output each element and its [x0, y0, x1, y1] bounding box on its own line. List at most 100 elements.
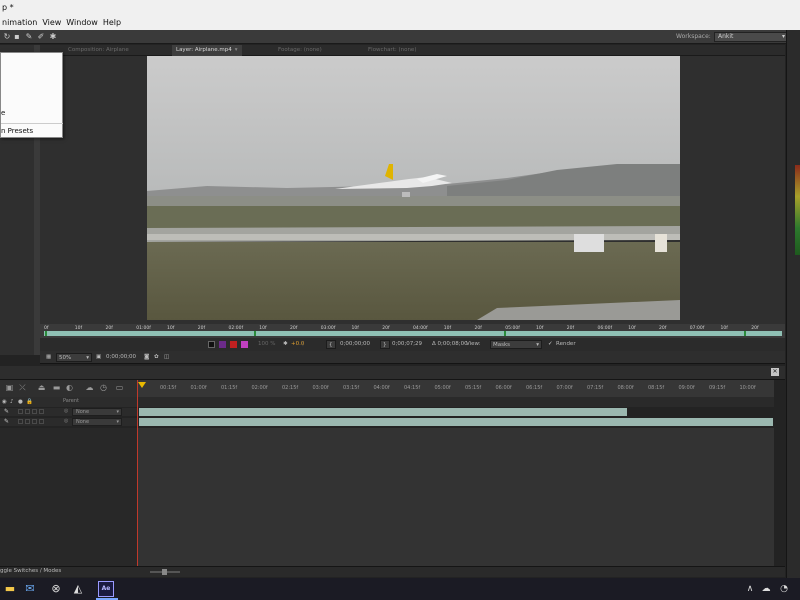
magnification-select[interactable]: 50% ▾ [56, 353, 92, 362]
in-point-icon[interactable]: { [326, 340, 336, 349]
out-point-icon[interactable]: } [380, 340, 390, 349]
context-menu: e n Presets [0, 52, 63, 138]
keyframe-mark [744, 331, 746, 336]
menu-item-e[interactable]: e [1, 109, 5, 117]
switch-box[interactable] [18, 409, 23, 414]
camera-tool-icon[interactable]: ▪ [12, 32, 22, 42]
wifi-icon[interactable]: ◔ [776, 581, 792, 597]
switch-box[interactable] [32, 409, 37, 414]
audio-toggle-icon[interactable]: ♪ [10, 398, 14, 407]
video-toggle-icon[interactable]: ◉ [2, 398, 7, 407]
region-icon[interactable]: ◫ [164, 353, 169, 362]
color-mgmt-icon[interactable] [241, 341, 248, 348]
parent-select[interactable]: None ▾ [72, 408, 122, 416]
comp-flowchart-icon[interactable]: ▣ [4, 383, 15, 393]
render-checkbox-icon[interactable]: ✓ [548, 340, 553, 349]
mail-icon[interactable]: ✉ [22, 581, 38, 597]
layer-list-empty [0, 428, 138, 566]
switch-box[interactable] [39, 419, 44, 424]
tab-layer[interactable]: Layer: Airplane.mp4 ▾ [172, 45, 242, 56]
layer-duration-bar[interactable] [139, 418, 773, 426]
camera-icon[interactable]: ◙ [144, 353, 149, 362]
timeline-tick-label: 09:15f [709, 385, 726, 391]
timeline-tick-label: 03:00f [312, 385, 329, 391]
out-timecode[interactable]: 0;00;07;29 [392, 340, 422, 349]
workspace-select[interactable]: Ankit [714, 32, 788, 42]
red-channel-icon[interactable] [230, 341, 237, 348]
rotation-tool-icon[interactable]: ↻ [2, 32, 12, 42]
brush-tool-icon[interactable]: ✐ [36, 32, 46, 42]
timeline-tick-label: 01:15f [221, 385, 238, 391]
playhead-handle[interactable] [138, 382, 146, 388]
close-icon[interactable]: ✕ [771, 368, 779, 376]
pen-tool-icon[interactable]: ✎ [24, 32, 34, 42]
solo-toggle-icon[interactable]: ● [18, 398, 23, 407]
switch-box[interactable] [18, 419, 23, 424]
frame-blend-icon[interactable]: ▬ [51, 383, 62, 393]
menu-window[interactable]: Window [64, 16, 101, 30]
puppet-tool-icon[interactable]: ✱ [48, 32, 58, 42]
lock-toggle-icon[interactable]: 🔒 [26, 398, 33, 407]
tab-flowchart[interactable]: Flowchart: (none) [364, 45, 420, 56]
pencil-icon[interactable]: ✎ [4, 418, 9, 425]
menu-help[interactable]: Help [101, 16, 124, 30]
view-select[interactable]: Masks ▾ [490, 340, 542, 349]
file-explorer-icon[interactable]: ▬ [2, 581, 18, 597]
hide-shy-icon[interactable]: ⏏ [36, 383, 47, 393]
timeline-tick-label: 10:00f [739, 385, 756, 391]
parent-select[interactable]: None ▾ [72, 418, 122, 426]
brainstorm-icon[interactable]: ☁ [84, 383, 95, 393]
render-queue-icon[interactable]: ▭ [114, 383, 125, 393]
show-channel-icon[interactable] [219, 341, 226, 348]
tab-composition[interactable]: Composition: Airplane [64, 45, 133, 56]
pickwhip-icon[interactable]: ◎ [64, 408, 68, 414]
pencil-icon[interactable]: ✎ [4, 408, 9, 415]
motion-blur-icon[interactable]: ◐ [64, 383, 75, 393]
menu-animation[interactable]: nimation [0, 16, 40, 30]
keyframe-mark [504, 331, 506, 336]
draft-3d-icon[interactable]: ⤫ [17, 383, 28, 393]
after-effects-icon[interactable]: Ae [98, 581, 114, 597]
switch-box[interactable] [25, 409, 30, 414]
switch-box[interactable] [25, 419, 30, 424]
color-wheel-icon[interactable]: ✿ [154, 353, 159, 362]
timeline-time-ruler[interactable]: 00:15f 01:00f 01:15f 02:00f 02:15f 03:00f 03:1… [138, 380, 774, 397]
grid-icon[interactable]: ▦ [46, 353, 51, 362]
timeline-navigator[interactable] [138, 397, 774, 407]
switch-box[interactable] [39, 409, 44, 414]
cloud-icon[interactable]: ☁ [758, 581, 774, 597]
render-label: Render [556, 341, 576, 347]
viewer-status-row: ▦ 50% ▾ ▣ 0;00;00;00 ◙ ✿ ◫ [40, 351, 785, 364]
taskbar: ▬ ✉ ⊗ ◭ Ae ∧ ☁ ◔ [0, 578, 800, 600]
status-timecode[interactable]: 0;00;00;00 [106, 353, 136, 362]
layer-time-ruler[interactable]: 0f 10f 20f 01:00f 10f 20f 02:00f 10f 20f 03:00f 10… [40, 324, 785, 338]
window-title: p * [0, 0, 800, 16]
xbox-icon[interactable]: ⊗ [48, 581, 64, 597]
magnification-value: 50% [59, 355, 72, 361]
switch-box[interactable] [32, 419, 37, 424]
vr-icon[interactable]: ◭ [70, 581, 86, 597]
timeline-track-area[interactable] [138, 428, 774, 566]
layer-row[interactable]: ✎ ◎ None ▾ [0, 418, 138, 426]
resolution-icon[interactable]: ▣ [96, 353, 101, 362]
toggle-switches-modes[interactable]: ggle Switches / Modes [0, 568, 61, 574]
viewer-tabbar: Composition: Airplane Layer: Airplane.mp… [40, 45, 785, 56]
timeline-zoom-slider[interactable] [150, 569, 180, 575]
menu-view[interactable]: View [40, 16, 64, 30]
exposure-icon[interactable]: ✱ [283, 340, 288, 349]
timeline-tick-label: 06:15f [526, 385, 543, 391]
tab-dropdown-icon[interactable]: ▾ [235, 47, 238, 53]
pickwhip-icon[interactable]: ◎ [64, 418, 68, 424]
layer-duration-bar[interactable] [139, 408, 627, 416]
graph-editor-icon[interactable]: ◷ [98, 383, 109, 393]
parent-value: None [76, 409, 90, 415]
layer-row[interactable]: ✎ ◎ None ▾ [0, 408, 138, 416]
tab-footage[interactable]: Footage: (none) [274, 45, 326, 56]
layer-duration-bar[interactable] [44, 331, 782, 336]
chevron-up-icon[interactable]: ∧ [742, 581, 758, 597]
playhead-line[interactable] [137, 380, 138, 568]
snapshot-icon[interactable] [208, 341, 215, 348]
timeline-tick-label: 02:15f [282, 385, 299, 391]
in-timecode[interactable]: 0;00;00;00 [340, 340, 370, 349]
menu-item-presets[interactable]: n Presets [1, 127, 33, 135]
